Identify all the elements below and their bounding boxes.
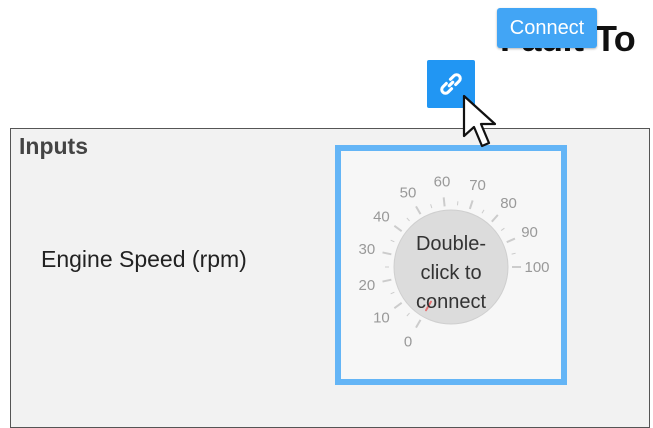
gauge-minor-tick <box>391 240 395 242</box>
gauge-major-tick <box>394 226 401 231</box>
gauge-placeholder-text: Double- <box>416 233 486 255</box>
gauge-tick-label: 100 <box>524 259 549 276</box>
engine-speed-label: Engine Speed (rpm) <box>41 246 247 273</box>
gauge-placeholder-text: connect <box>416 291 486 313</box>
gauge-major-tick <box>470 200 473 209</box>
gauge-major-tick <box>383 280 392 282</box>
gauge-tick-label: 80 <box>500 195 517 212</box>
gauge-tick-label: 90 <box>521 224 538 241</box>
gauge-major-tick <box>507 239 515 243</box>
gauge-minor-tick <box>482 210 484 213</box>
gauge-placeholder-text: click to <box>420 262 481 284</box>
gauge-tick-label: 40 <box>373 208 390 225</box>
gauge-tick-label: 20 <box>359 277 376 294</box>
gauge-tick-label: 10 <box>373 310 390 327</box>
gauge-major-tick <box>444 197 445 206</box>
gauge-major-tick <box>394 303 401 308</box>
gauge-tick-label: 60 <box>434 173 451 190</box>
engine-speed-gauge[interactable]: 0 10 20 30 40 50 60 70 8090 100 Double-click to co… <box>335 145 567 385</box>
gauge-major-tick <box>416 320 421 328</box>
gauge-dial: 0 10 20 30 40 50 60 70 8090 100 Double-click to co… <box>341 151 561 379</box>
gauge-minor-tick <box>407 313 410 316</box>
gauge-minor-tick <box>501 228 504 230</box>
gauge-major-tick <box>383 252 392 254</box>
gauge-tick-label: 0 <box>404 333 412 350</box>
inputs-panel-title: Inputs <box>19 133 88 160</box>
mouse-cursor-icon <box>458 92 504 152</box>
connect-tooltip: Connect <box>497 8 597 48</box>
gauge-tick-label: 50 <box>400 185 417 202</box>
gauge-minor-tick <box>431 204 432 208</box>
gauge-minor-tick <box>512 253 516 254</box>
gauge-minor-tick <box>407 218 410 221</box>
gauge-tick-label: 70 <box>469 177 486 194</box>
gauge-major-tick <box>416 206 421 214</box>
gauge-minor-tick <box>391 292 395 294</box>
gauge-major-tick <box>492 215 498 222</box>
gauge-tick-label: 30 <box>359 241 376 258</box>
